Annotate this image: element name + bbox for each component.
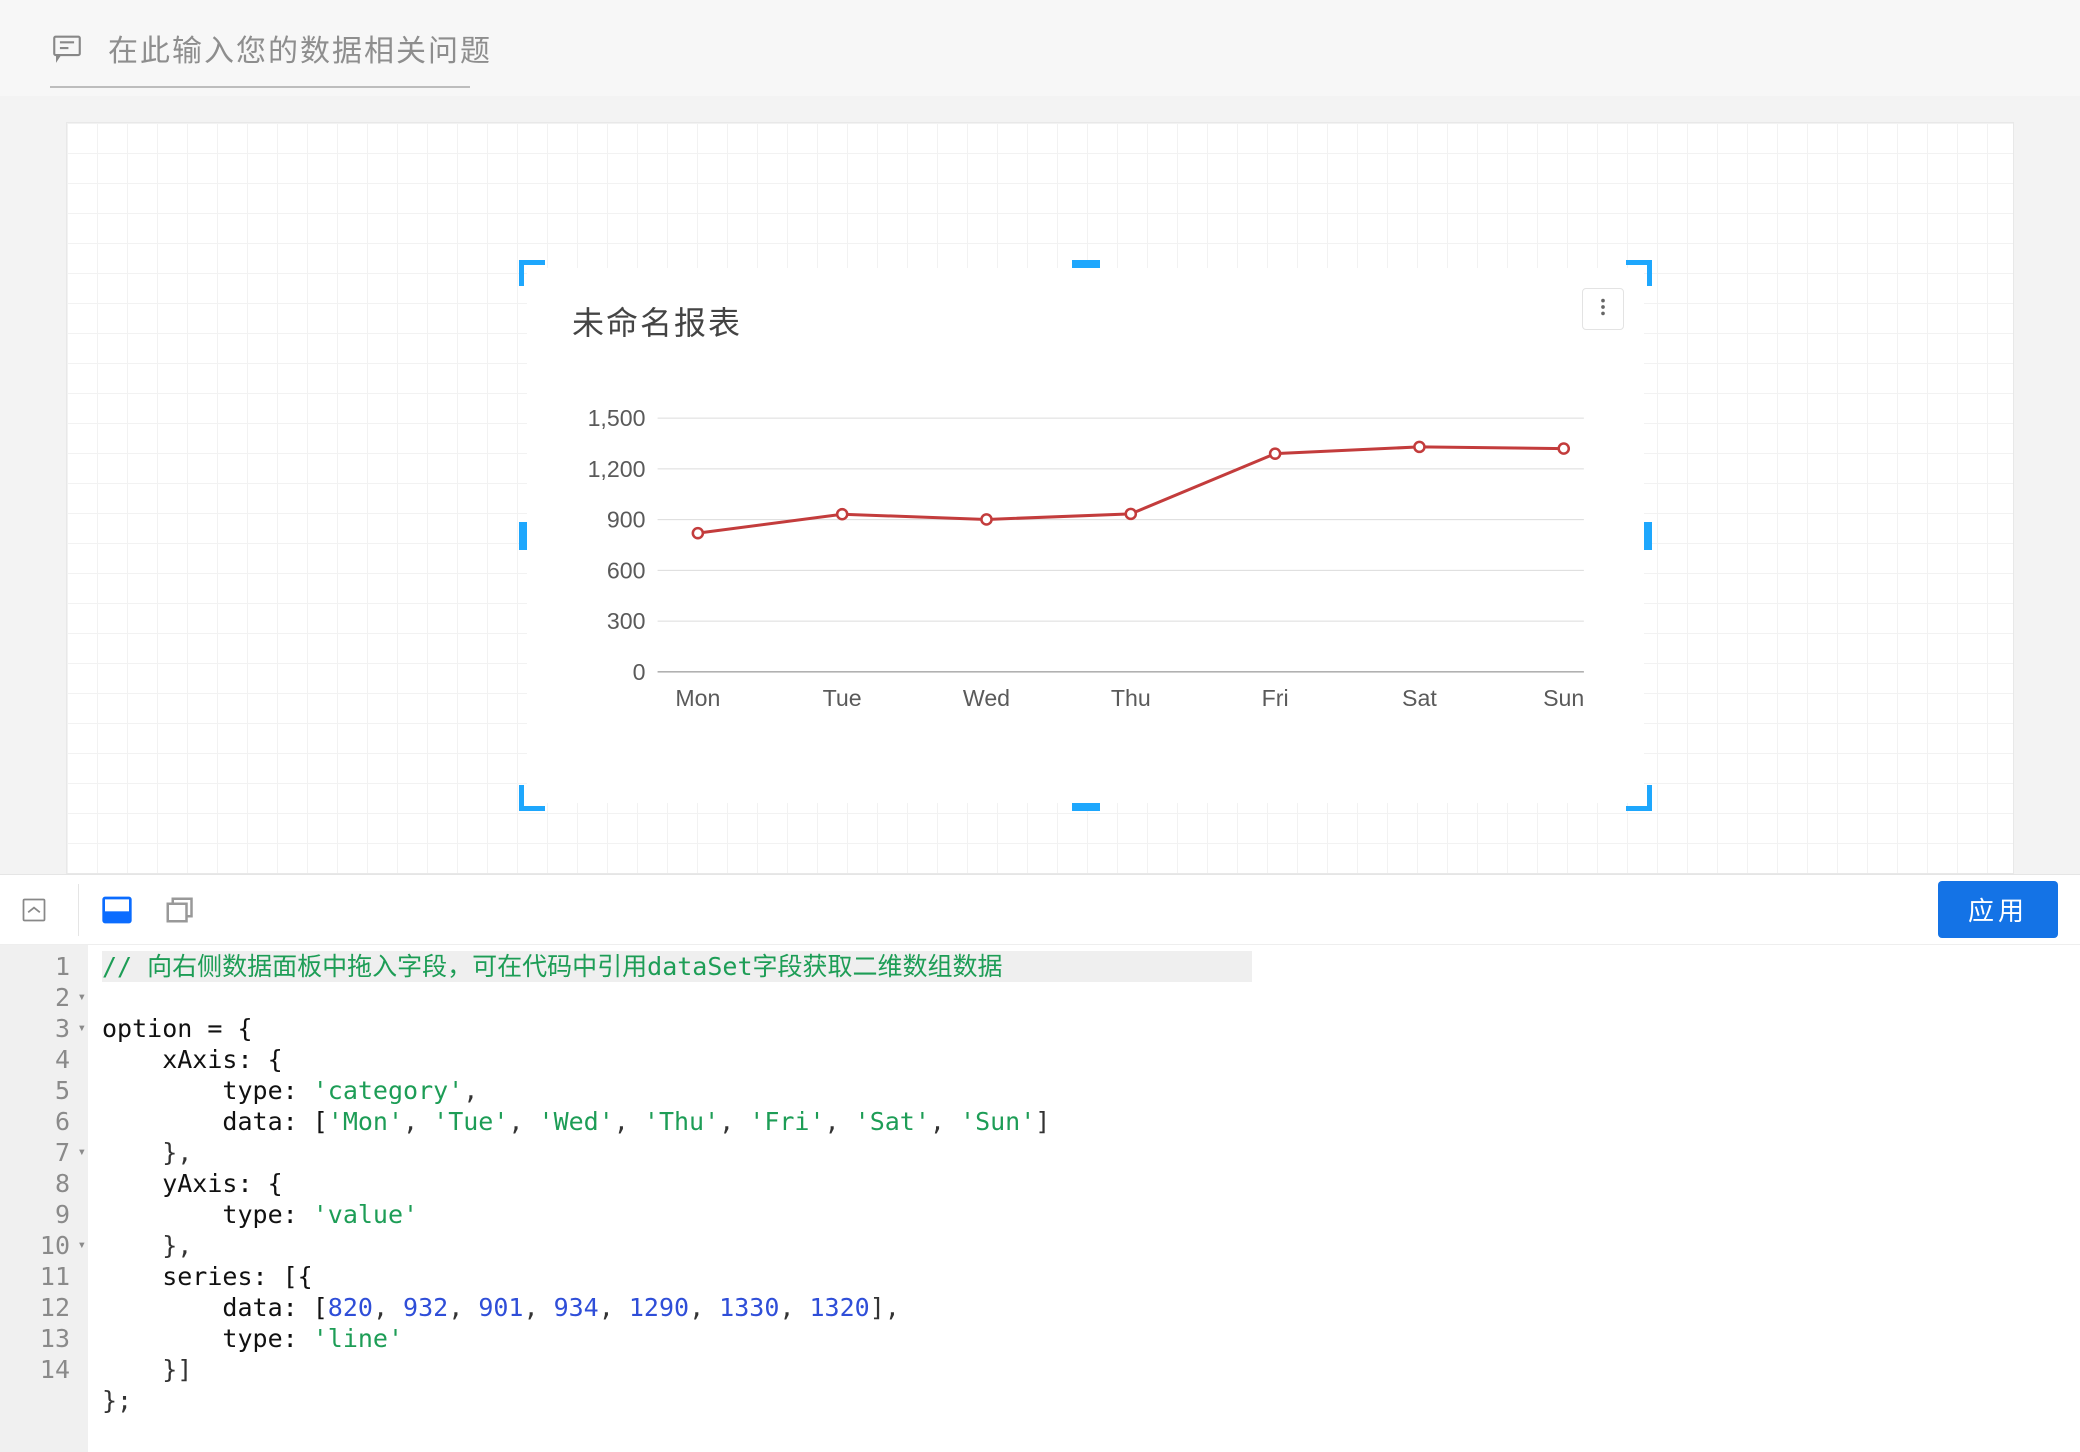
svg-text:Tue: Tue bbox=[823, 685, 862, 711]
search-underline bbox=[50, 86, 470, 88]
card-more-button[interactable] bbox=[1582, 288, 1624, 330]
svg-text:Mon: Mon bbox=[675, 685, 720, 711]
more-vertical-icon bbox=[1592, 296, 1614, 323]
svg-text:600: 600 bbox=[607, 557, 646, 583]
svg-text:0: 0 bbox=[633, 659, 646, 685]
svg-text:900: 900 bbox=[607, 507, 646, 533]
chat-icon bbox=[50, 31, 84, 65]
search-input[interactable]: 在此输入您的数据相关问题 bbox=[108, 26, 492, 70]
svg-text:Fri: Fri bbox=[1262, 685, 1289, 711]
report-canvas[interactable]: 未命名报表 0 300 600 900 1,200 1,500 Mon Tue Wed Thu Fr… bbox=[66, 122, 2014, 874]
svg-text:Thu: Thu bbox=[1111, 685, 1151, 711]
svg-text:Sun: Sun bbox=[1543, 685, 1584, 711]
collapse-panel-button[interactable] bbox=[10, 886, 58, 934]
svg-text:Wed: Wed bbox=[963, 685, 1010, 711]
chart-title: 未命名报表 bbox=[572, 298, 742, 344]
code-gutter: 1234567891011121314 bbox=[0, 945, 88, 1452]
apply-button[interactable]: 应用 bbox=[1938, 881, 2058, 938]
svg-text:1,500: 1,500 bbox=[588, 405, 646, 431]
code-editor[interactable]: // 向右侧数据面板中拖入字段，可在代码中引用dataSet字段获取二维数组数据… bbox=[88, 945, 2080, 1452]
chart-card[interactable]: 未命名报表 0 300 600 900 1,200 1,500 Mon Tue Wed Thu Fr… bbox=[527, 268, 1644, 803]
svg-text:1,200: 1,200 bbox=[588, 456, 646, 482]
editor-toolbar: 应用 bbox=[0, 874, 2080, 944]
tab-bottom-panel[interactable] bbox=[93, 886, 141, 934]
svg-text:Sat: Sat bbox=[1402, 685, 1437, 711]
line-chart: 0 300 600 900 1,200 1,500 Mon Tue Wed Thu Fri Sat Su… bbox=[572, 398, 1599, 720]
tab-stack-panel[interactable] bbox=[155, 886, 203, 934]
svg-text:300: 300 bbox=[607, 608, 646, 634]
